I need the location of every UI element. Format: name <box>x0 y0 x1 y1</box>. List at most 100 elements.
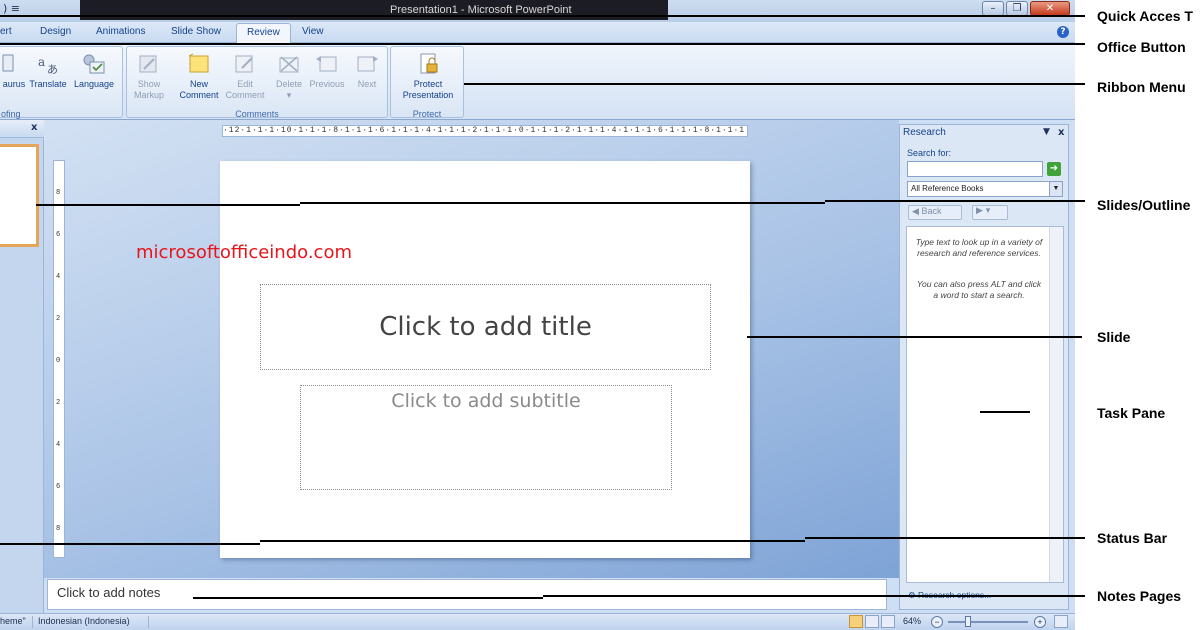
zoom-slider-thumb[interactable] <box>965 616 971 627</box>
ruler-tick: 2 <box>56 399 61 407</box>
reference-scope-select[interactable]: All Reference Books ▼ <box>907 181 1063 197</box>
next-comment-button[interactable]: Next <box>351 53 383 90</box>
callout-line-slide <box>747 336 1082 338</box>
callout-line-office-button <box>0 43 1085 45</box>
slide-canvas[interactable]: Click to add title Click to add subtitle <box>220 161 750 558</box>
callout-line-status-bar-c <box>805 537 1085 539</box>
svg-text:a: a <box>38 55 45 69</box>
callout-slides-outline: Slides/Outline <box>1097 197 1191 213</box>
callout-line-notes-a <box>193 597 543 599</box>
callout-quick-access-toolbar: Quick Acces T <box>1097 8 1193 24</box>
callout-slide: Slide <box>1097 329 1131 345</box>
zoom-level[interactable]: 64% <box>903 616 921 626</box>
minimize-icon[interactable]: – <box>982 1 1004 16</box>
research-help-text: Type text to look up in a variety of res… <box>915 237 1043 258</box>
translate-button[interactable]: aあ Translate <box>29 53 67 90</box>
slides-pane-header: x <box>0 120 44 138</box>
thesaurus-button[interactable]: aurus <box>1 53 27 90</box>
theme-status[interactable]: heme" <box>0 616 26 626</box>
tab-review[interactable]: Review <box>236 23 291 44</box>
title-bar: ) ≡ Presentation1 - Microsoft PowerPoint… <box>0 0 1075 22</box>
results-scrollbar[interactable] <box>1049 227 1063 582</box>
callout-line-notes-b <box>543 595 1085 597</box>
slide-show-view-icon[interactable] <box>881 615 895 628</box>
subtitle-placeholder[interactable]: Click to add subtitle <box>300 385 672 490</box>
back-arrow-icon: ◀ <box>912 206 919 216</box>
status-separator <box>148 616 149 628</box>
horizontal-ruler: ·12·1·1·1·10·1·1·1·8·1·1·1·6·1·1·1·4·1·1… <box>222 125 748 137</box>
search-for-label: Search for: <box>907 148 952 158</box>
new-comment-button[interactable]: New Comment <box>177 53 221 101</box>
show-markup-icon <box>139 55 157 73</box>
vertical-ruler: 8 6 4 2 0 2 4 6 8 <box>53 160 65 558</box>
taskbar-overlay: Presentation1 - Microsoft PowerPoint <box>80 0 668 20</box>
forward-arrow-icon: ▶ ▾ <box>976 206 991 216</box>
start-searching-icon[interactable]: ➜ <box>1047 162 1061 176</box>
ruler-tick: 8 <box>56 189 61 197</box>
protect-presentation-button[interactable]: Protect Presentation <box>394 53 462 101</box>
protect-document-icon <box>420 53 438 74</box>
tab-animations[interactable]: Animations <box>96 26 145 37</box>
callout-line-slides-outline-b <box>300 202 825 204</box>
tab-design[interactable]: Design <box>40 26 71 37</box>
delete-comment-button[interactable]: Delete ▾ <box>271 53 307 101</box>
fit-to-window-icon[interactable] <box>1054 615 1068 628</box>
ribbon: aurus aあ Translate Language ofing Show M… <box>0 43 1075 120</box>
language-button[interactable]: Language <box>71 53 117 90</box>
ruler-tick: 8 <box>56 525 61 533</box>
restore-icon[interactable]: ❐ <box>1006 1 1028 16</box>
callout-status-bar: Status Bar <box>1097 530 1168 546</box>
group-proofing: aurus aあ Translate Language ofing <box>0 46 123 119</box>
new-comment-icon <box>188 53 209 73</box>
tab-insert[interactable]: ert <box>0 26 12 37</box>
ruler-tick: 6 <box>56 231 61 239</box>
quick-access-toolbar-dropdown-icon[interactable]: ) ≡ <box>3 2 20 15</box>
delete-comment-icon <box>279 56 299 73</box>
edit-comment-icon <box>235 55 253 73</box>
zoom-slider[interactable] <box>948 621 1028 623</box>
callout-line-task-pane <box>980 411 1030 413</box>
forward-button[interactable]: ▶ ▾ <box>972 205 1008 220</box>
slide-sorter-view-icon[interactable] <box>865 615 879 628</box>
svg-text:あ: あ <box>47 63 58 75</box>
back-button[interactable]: ◀ Back <box>908 205 962 220</box>
status-bar: heme" Indonesian (Indonesia) 64% − + <box>0 613 1075 630</box>
callout-notes-pages: Notes Pages <box>1097 588 1182 604</box>
thesaurus-icon <box>2 54 14 72</box>
callout-line-slides-outline-a <box>36 204 300 206</box>
show-markup-button[interactable]: Show Markup <box>131 53 167 101</box>
callout-line-ribbon <box>464 83 1085 85</box>
title-placeholder[interactable]: Click to add title <box>260 284 711 370</box>
callout-office-button: Office Button <box>1097 39 1186 55</box>
tab-view[interactable]: View <box>302 26 324 37</box>
powerpoint-window: ) ≡ Presentation1 - Microsoft PowerPoint… <box>0 0 1075 630</box>
group-protect: Protect Presentation Protect <box>390 46 464 119</box>
language-status[interactable]: Indonesian (Indonesia) <box>38 616 130 626</box>
research-alt-help-text: You can also press ALT and click a word … <box>916 279 1042 300</box>
callout-line-slides-outline-c <box>825 200 1085 202</box>
zoom-in-icon[interactable]: + <box>1034 616 1046 628</box>
ruler-tick: 4 <box>56 273 61 281</box>
normal-view-icon[interactable] <box>849 615 863 628</box>
previous-comment-button[interactable]: Previous <box>307 53 347 90</box>
search-input[interactable] <box>907 161 1043 177</box>
tab-slide-show[interactable]: Slide Show <box>171 26 221 37</box>
watermark-text: microsoftofficeindo.com <box>136 242 352 263</box>
callout-line-status-bar-a <box>0 543 260 545</box>
edit-comment-button[interactable]: Edit Comment <box>223 53 267 101</box>
close-icon[interactable]: x <box>31 122 37 133</box>
callout-ribbon-menu: Ribbon Menu <box>1097 79 1186 95</box>
translate-icon: aあ <box>38 55 58 76</box>
close-icon[interactable]: x <box>1058 127 1064 138</box>
ruler-tick: 4 <box>56 441 61 449</box>
group-label-comments: Comments <box>235 109 279 119</box>
group-comments: Show Markup New Comment Edit Comment Del… <box>126 46 388 119</box>
zoom-out-icon[interactable]: − <box>931 616 943 628</box>
slide-thumbnail[interactable] <box>0 144 39 247</box>
close-icon[interactable]: ✕ <box>1030 1 1070 16</box>
help-icon[interactable]: ? <box>1057 26 1069 38</box>
ribbon-tabs: ert Design Animations Slide Show Review … <box>0 22 1075 44</box>
group-label-protect: Protect <box>412 109 442 119</box>
task-pane-menu-icon[interactable]: ▼ <box>1043 127 1050 137</box>
callout-line-quick-access <box>0 15 1085 17</box>
